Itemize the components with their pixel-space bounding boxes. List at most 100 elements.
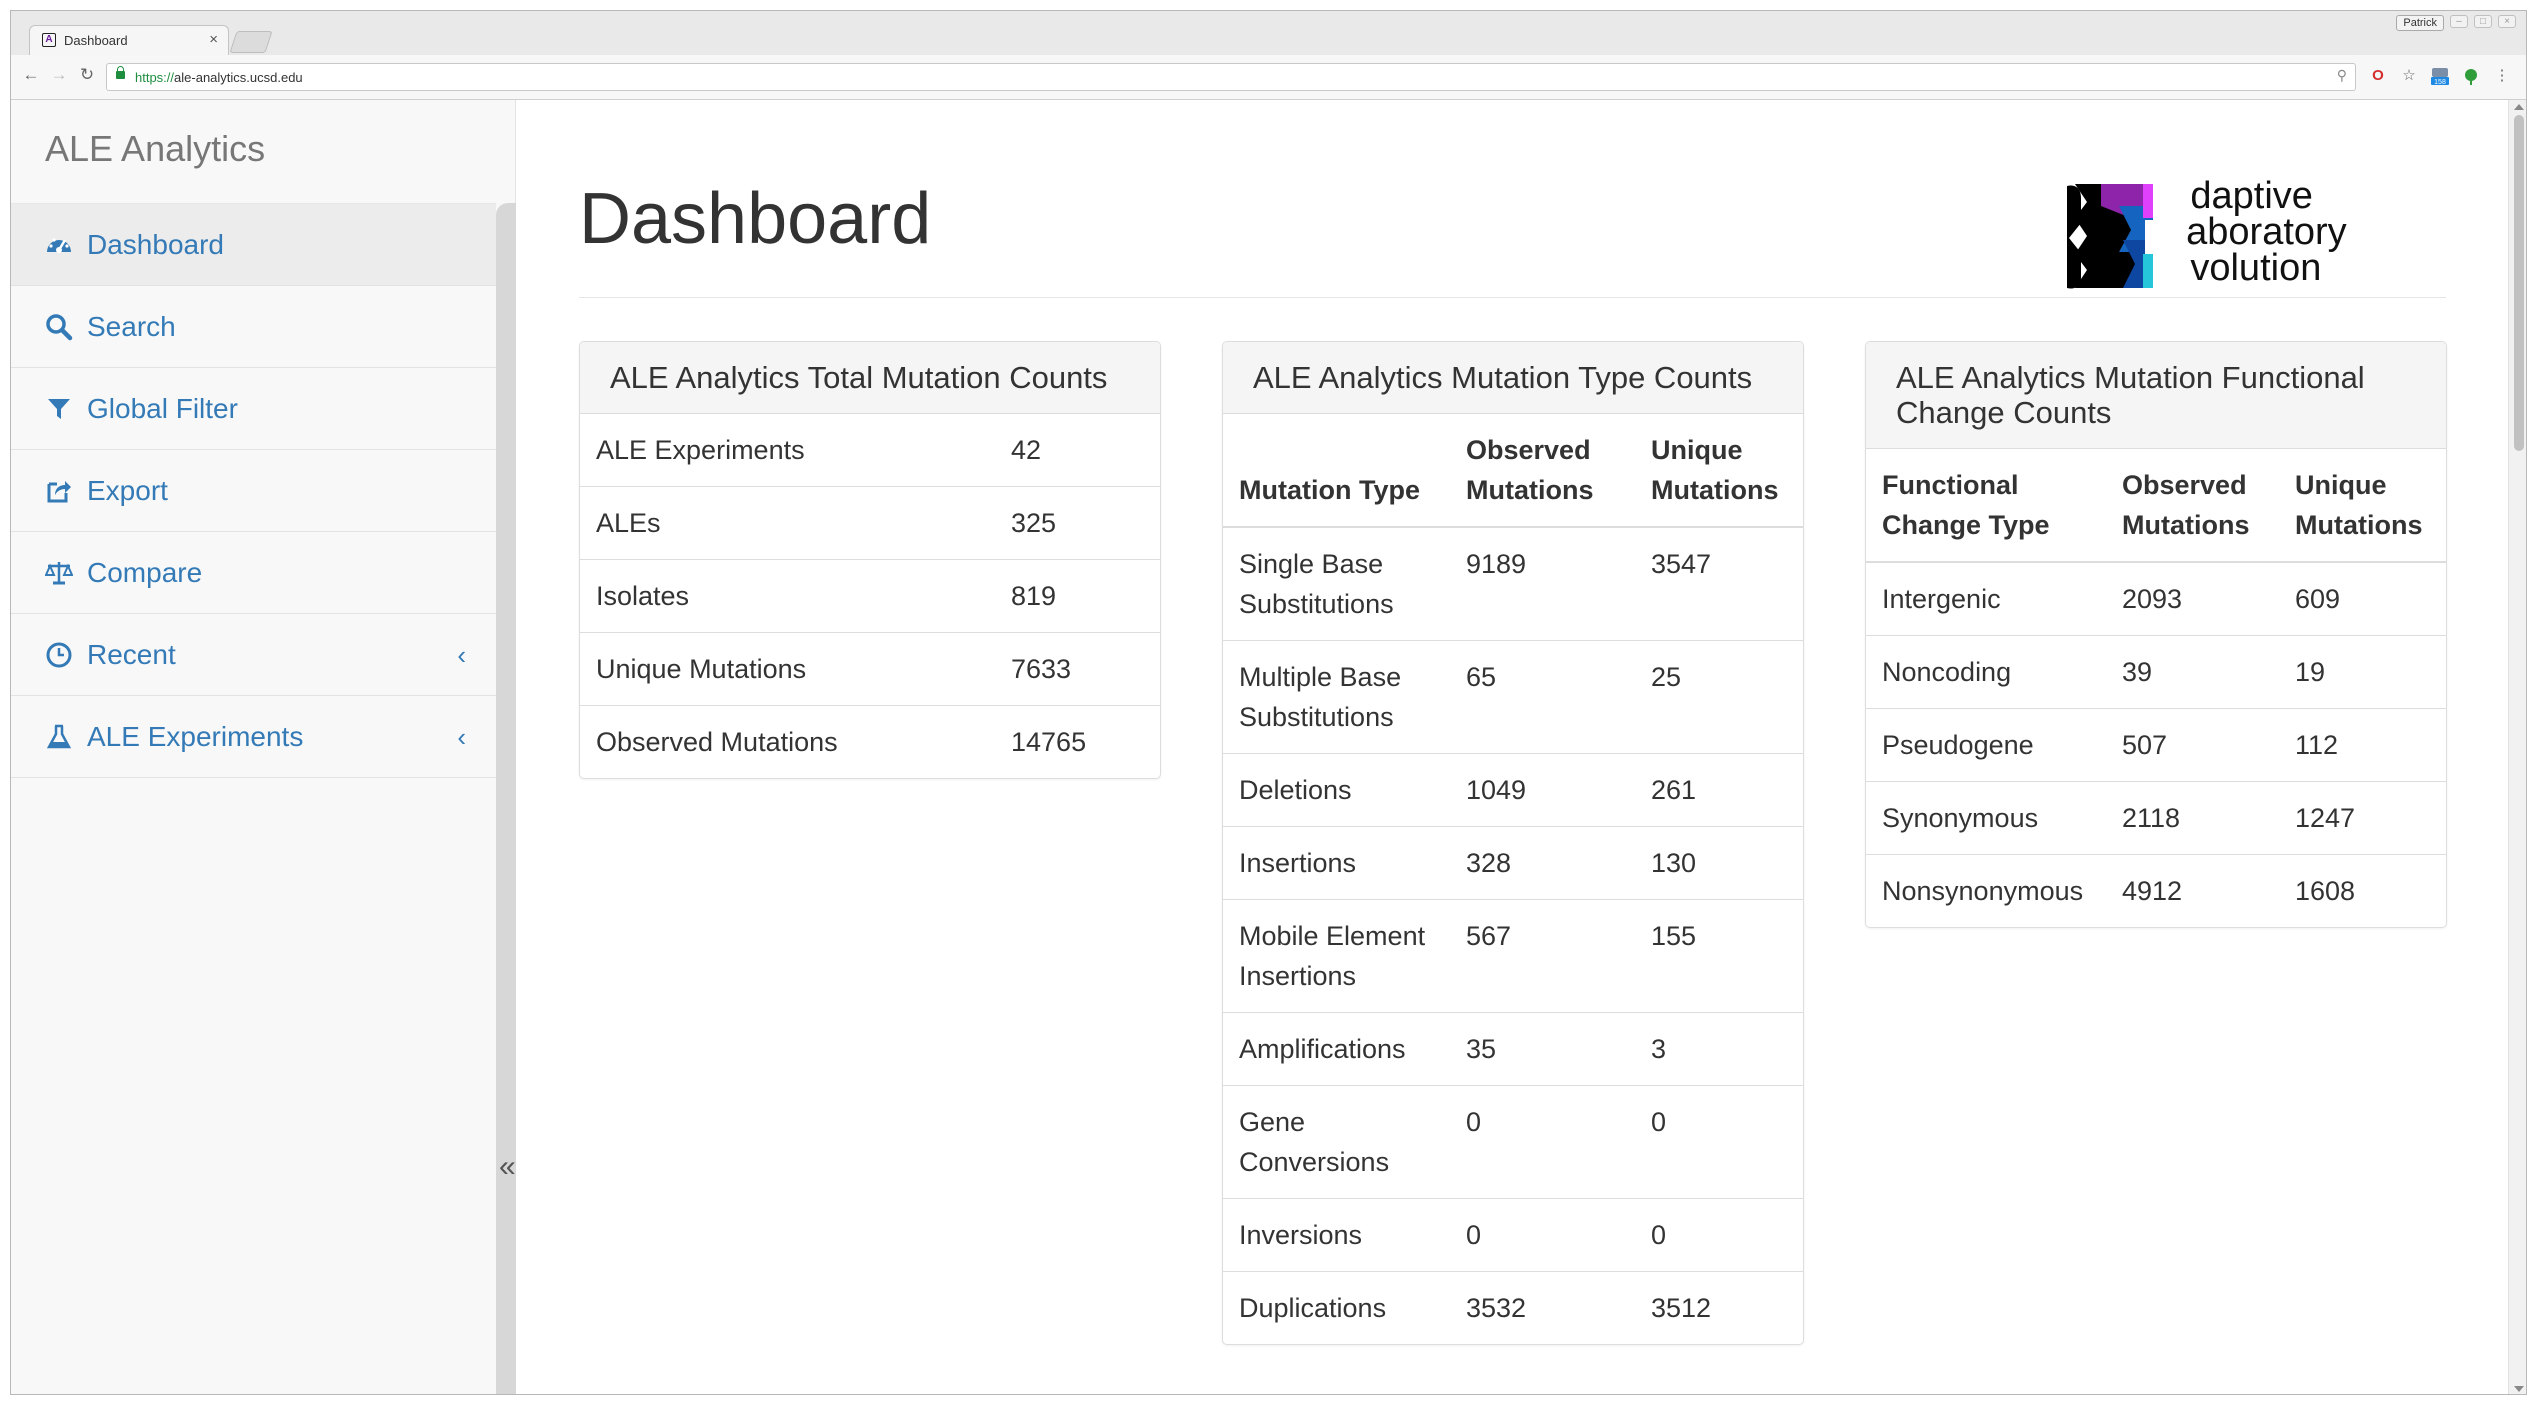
column-header: Observed Mutations <box>2106 449 2279 563</box>
unique-cell: 0 <box>1635 1085 1803 1199</box>
unique-cell: 19 <box>2279 635 2446 709</box>
unique-cell: 112 <box>2279 708 2446 782</box>
mutation-type-cell: Duplications <box>1223 1271 1450 1344</box>
sidebar-item-search[interactable]: Search <box>11 286 496 368</box>
page-viewport: ALE Analytics Dashboard Search Global Fi… <box>11 100 2526 1394</box>
table-header-row: Functional Change Type Observed Mutation… <box>1866 449 2446 563</box>
opera-extension-icon[interactable]: O <box>2368 66 2388 86</box>
dashboard-gauge-icon <box>47 238 71 253</box>
zoom-icon[interactable]: ⚲ <box>2337 67 2347 84</box>
table-header-row: Mutation Type Observed Mutations Unique … <box>1223 414 1803 528</box>
unique-cell: 0 <box>1635 1198 1803 1272</box>
mutation-type-table: Mutation Type Observed Mutations Unique … <box>1223 414 1803 1344</box>
sidebar-item-recent[interactable]: Recent ‹ <box>11 614 496 696</box>
main-content: Dashboard Adaptive Laboratory Evolution <box>516 100 2508 1394</box>
column-header: Unique Mutations <box>1635 414 1803 528</box>
row-value: 42 <box>1011 435 1042 465</box>
ale-logo-mark-icon <box>2067 184 2155 289</box>
functional-change-counts-panel: ALE Analytics Mutation Functional Change… <box>1865 341 2447 928</box>
unique-cell: 3547 <box>1651 549 1712 579</box>
row-label: ALE Experiments <box>596 435 805 465</box>
sidebar-item-dashboard[interactable]: Dashboard <box>11 204 496 286</box>
unique-cell: 261 <box>1635 753 1803 827</box>
sidebar-scrollbar[interactable] <box>496 203 516 1394</box>
table-row: Nonsynonymous 4912 1608 <box>1866 854 2446 927</box>
scroll-up-icon[interactable] <box>2514 104 2524 110</box>
mutation-type-cell: Inversions <box>1223 1198 1450 1272</box>
table-row: Insertions 328 130 <box>1223 826 1803 900</box>
page-title: Dashboard <box>579 179 932 259</box>
unique-cell: 1247 <box>2279 781 2446 855</box>
chevron-left-icon[interactable]: ‹ <box>457 614 466 696</box>
minimize-icon[interactable]: – <box>2450 15 2468 28</box>
sidebar-item-global-filter[interactable]: Global Filter <box>11 368 496 450</box>
flask-icon <box>46 724 72 749</box>
lock-icon <box>116 66 125 79</box>
column-header: Functional Change Type <box>1866 449 2106 563</box>
mutation-type-cell: Amplifications <box>1223 1012 1450 1086</box>
export-icon <box>47 481 71 503</box>
scroll-down-icon[interactable] <box>2514 1386 2524 1392</box>
observed-cell: 4912 <box>2106 854 2279 927</box>
tab-close-icon[interactable]: × <box>209 31 218 48</box>
green-extension-icon[interactable] <box>2461 66 2481 86</box>
column-header: Mutation Type <box>1223 414 1450 528</box>
close-window-icon[interactable]: × <box>2498 15 2516 28</box>
observed-cell: 3532 <box>1450 1271 1635 1344</box>
address-bar[interactable]: https://ale-analytics.ucsd.edu ⚲ <box>106 63 2356 91</box>
row-label: ALEs <box>580 486 995 560</box>
brand-title[interactable]: ALE Analytics <box>45 128 265 170</box>
change-type-cell: Pseudogene <box>1866 708 2106 782</box>
observed-cell: 507 <box>2106 708 2279 782</box>
sidebar-item-export[interactable]: Export <box>11 450 496 532</box>
chevron-left-icon[interactable]: ‹ <box>457 696 466 778</box>
scroll-thumb[interactable] <box>2514 115 2524 451</box>
row-value: 14765 <box>995 705 1160 778</box>
observed-cell: 39 <box>2106 635 2279 709</box>
maximize-icon[interactable]: □ <box>2474 15 2492 28</box>
sidebar-item-label: Dashboard <box>87 229 224 260</box>
change-type-cell: Intergenic <box>1882 584 2001 614</box>
change-type-cell: Synonymous <box>1866 781 2106 855</box>
browser-menu-icon[interactable]: ⋮ <box>2492 66 2512 86</box>
table-row: Duplications 3532 3512 <box>1223 1271 1803 1344</box>
observed-cell: 328 <box>1450 826 1635 900</box>
table-row: Amplifications 35 3 <box>1223 1012 1803 1086</box>
new-tab-button[interactable] <box>229 31 273 53</box>
reload-icon[interactable]: ↻ <box>75 63 99 87</box>
table-row: Isolates 819 <box>580 559 1160 633</box>
row-value: 325 <box>995 486 1160 560</box>
site-favicon-icon: A <box>42 33 56 47</box>
table-row: Intergenic 2093 609 <box>1866 562 2446 636</box>
sidebar-item-label: Compare <box>87 557 203 588</box>
sidebar-item-label: Recent <box>87 639 176 670</box>
browser-tab[interactable]: A Dashboard × <box>29 25 229 55</box>
collapse-sidebar-icon[interactable]: « <box>499 1150 516 1184</box>
sidebar-item-ale-experiments[interactable]: ALE Experiments ‹ <box>11 696 496 778</box>
change-type-cell: Nonsynonymous <box>1866 854 2106 927</box>
unique-cell: 1608 <box>2279 854 2446 927</box>
tab-strip: A Dashboard × Patrick – □ × <box>11 11 2526 55</box>
table-row: Gene Conversions 0 0 <box>1223 1085 1803 1199</box>
mutation-type-cell: Multiple Base Substitutions <box>1223 640 1450 754</box>
table-row: Unique Mutations 7633 <box>580 632 1160 706</box>
profile-button[interactable]: Patrick <box>2396 15 2444 31</box>
filter-icon <box>48 399 70 419</box>
page-scrollbar[interactable] <box>2508 100 2526 1394</box>
panel-heading: ALE Analytics Total Mutation Counts <box>580 342 1160 414</box>
extension-badge-icon[interactable]: 158 <box>2430 66 2450 86</box>
observed-cell: 0 <box>1450 1198 1635 1272</box>
table-row: Inversions 0 0 <box>1223 1198 1803 1272</box>
sidebar-menu: Dashboard Search Global Filter Export Co… <box>11 203 496 778</box>
row-label: Observed Mutations <box>580 705 995 778</box>
row-label: Unique Mutations <box>580 632 995 706</box>
forward-icon[interactable]: → <box>47 63 71 87</box>
sidebar-item-label: Export <box>87 475 168 506</box>
browser-window: A Dashboard × Patrick – □ × ← → ↻ https:… <box>10 10 2527 1395</box>
back-icon[interactable]: ← <box>19 63 43 87</box>
search-icon <box>46 314 73 341</box>
sidebar-item-label: ALE Experiments <box>87 721 304 752</box>
bookmark-star-icon[interactable]: ☆ <box>2399 66 2419 86</box>
sidebar-item-compare[interactable]: Compare <box>11 532 496 614</box>
mutation-type-cell: Gene Conversions <box>1223 1085 1450 1199</box>
